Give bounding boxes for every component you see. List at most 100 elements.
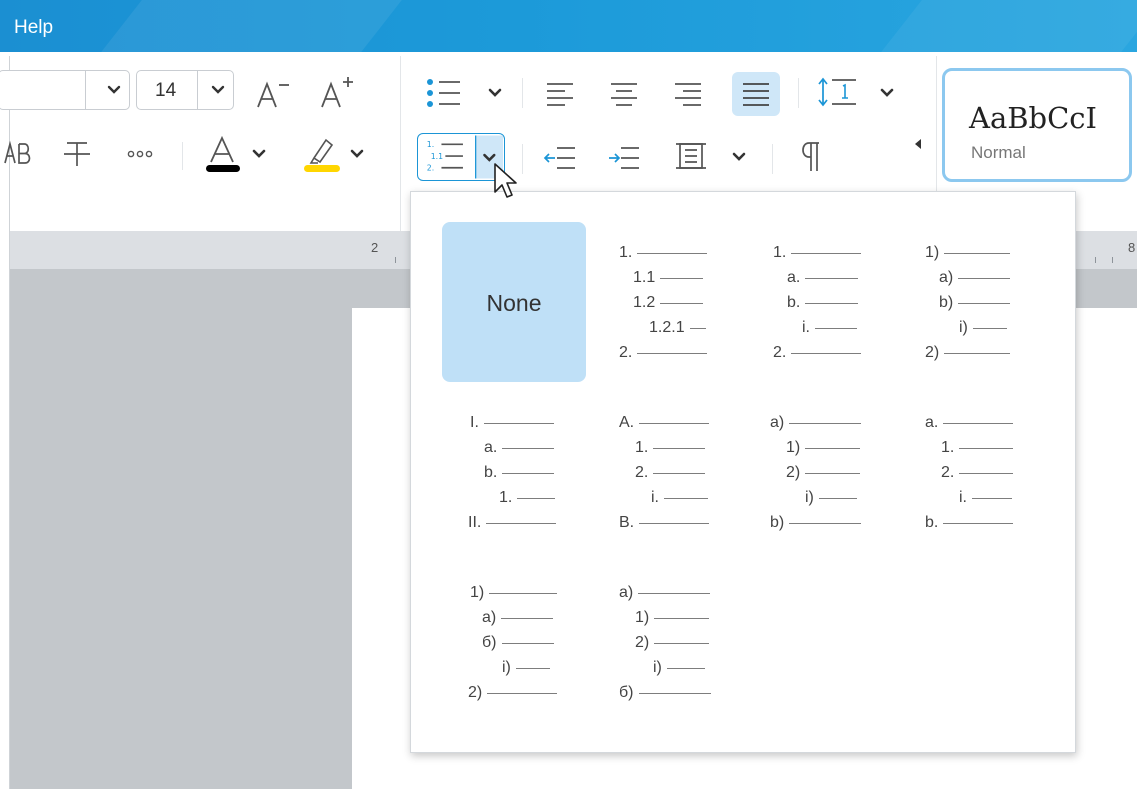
align-left-icon — [547, 83, 573, 106]
level-rule — [483, 422, 554, 424]
outdent-icon — [543, 147, 575, 169]
level-rule — [805, 472, 861, 474]
level-rule — [639, 422, 710, 424]
strikethrough-button[interactable] — [62, 138, 92, 170]
menubar-decoration — [98, 0, 402, 56]
align-left-button[interactable] — [540, 76, 580, 112]
list-level-line: i. — [959, 486, 1012, 510]
list-level-line: b) — [770, 511, 862, 535]
list-level-line: 2) — [468, 681, 558, 705]
numbering-style-option[interactable]: 1) a) b) i) 2) — [903, 222, 1047, 382]
list-level-line: I. — [470, 411, 554, 435]
level-marker: b. — [484, 464, 498, 481]
more-options-button[interactable] — [122, 144, 158, 164]
decrease-indent-button[interactable] — [540, 140, 580, 176]
level-rule — [639, 522, 710, 524]
increase-indent-button[interactable] — [604, 140, 644, 176]
level-marker: i. — [651, 489, 659, 506]
level-marker: 1. — [941, 439, 955, 456]
borders-button[interactable] — [672, 136, 756, 178]
svg-text:2.: 2. — [427, 164, 434, 173]
numbering-style-option[interactable]: I. a. b. 1. II. — [442, 392, 586, 552]
list-level-line: 1.2 — [633, 291, 704, 315]
align-center-button[interactable] — [604, 76, 644, 112]
ab-icon — [4, 140, 31, 164]
level-marker: a) — [482, 609, 497, 626]
list-level-line: 2. — [619, 341, 708, 365]
toolbar-separator — [522, 144, 523, 174]
numbering-style-option[interactable]: a. 1. 2. i. b. — [903, 392, 1047, 552]
level-rule — [789, 522, 862, 524]
list-level-line: 1) — [635, 606, 710, 630]
level-rule — [653, 472, 706, 474]
list-level-line: 2. — [941, 461, 1014, 485]
level-rule — [487, 692, 558, 694]
menu-help[interactable]: Help — [14, 17, 53, 39]
show-formatting-marks-button[interactable] — [792, 136, 832, 178]
decrease-font-size-button[interactable] — [254, 76, 294, 110]
font-increase-icon — [321, 77, 353, 108]
numbered-list-icon: 1. 1.1 2. — [427, 135, 504, 179]
numbering-style-option[interactable]: 1. 1.1 1.2 1.2.1 2. — [595, 222, 739, 382]
level-rule — [789, 422, 862, 424]
toolbar-separator — [772, 144, 773, 174]
subscript-button[interactable] — [4, 136, 34, 170]
level-marker: 1.2 — [633, 294, 656, 311]
justify-button[interactable] — [732, 72, 780, 116]
paragraph-group-expand-button[interactable] — [912, 136, 924, 152]
line-spacing-button[interactable] — [816, 74, 900, 114]
list-level-line: 1. — [619, 241, 708, 265]
list-level-line: 1.1 — [633, 266, 704, 290]
level-rule — [654, 642, 710, 644]
level-rule — [959, 472, 1014, 474]
font-size-dropdown[interactable]: 14 — [136, 70, 234, 110]
strikethrough-icon — [64, 142, 90, 166]
dropdown-divider — [85, 71, 86, 109]
numbering-none-option[interactable]: None — [442, 222, 586, 382]
level-rule — [664, 497, 708, 499]
list-level-line: 1. — [773, 241, 862, 265]
numbering-style-option[interactable]: 1. a. b. i. 2. — [749, 222, 893, 382]
numbered-list-button[interactable]: 1. 1.1 2. — [417, 133, 505, 181]
level-rule — [972, 497, 1012, 499]
level-marker: 2. — [635, 464, 649, 481]
font-name-dropdown[interactable] — [0, 70, 130, 110]
ruler-tick — [395, 257, 396, 263]
level-rule — [501, 642, 554, 644]
level-marker: 2. — [619, 344, 633, 361]
highlight-color-button[interactable] — [300, 134, 370, 176]
mouse-cursor-icon — [494, 163, 517, 198]
level-marker: a. — [925, 414, 939, 431]
list-level-line: II. — [468, 511, 557, 535]
level-rule — [502, 447, 555, 449]
menubar-decoration — [878, 0, 1137, 56]
list-level-line: 2. — [773, 341, 862, 365]
level-rule — [489, 592, 558, 594]
font-color-button[interactable] — [202, 134, 270, 176]
numbering-style-option[interactable]: A. 1. 2. i. B. — [595, 392, 739, 552]
numbering-style-option[interactable]: 1) a) б) i) 2) — [442, 562, 586, 722]
level-rule — [637, 252, 708, 254]
level-rule — [972, 327, 1007, 329]
style-normal-card[interactable]: AaBbCcI Normal — [942, 68, 1132, 182]
level-marker: 2) — [468, 684, 483, 701]
numbering-style-option[interactable]: a) 1) 2) i) b) — [749, 392, 893, 552]
list-level-line: B. — [619, 511, 710, 535]
level-rule — [818, 497, 857, 499]
level-marker: i. — [959, 489, 967, 506]
numbering-style-option[interactable]: a) 1) 2) i) б) — [595, 562, 739, 722]
list-level-line: i. — [651, 486, 708, 510]
level-marker: B. — [619, 514, 635, 531]
list-level-line: a. — [925, 411, 1014, 435]
svg-text:1.: 1. — [427, 140, 434, 149]
list-level-line: 1) — [786, 436, 861, 460]
none-label: None — [486, 290, 542, 316]
align-right-button[interactable] — [668, 76, 708, 112]
level-marker: II. — [468, 514, 482, 531]
bullet-list-button[interactable] — [424, 74, 510, 112]
chevron-down-icon — [107, 85, 121, 94]
level-marker: b) — [939, 294, 954, 311]
increase-font-size-button[interactable] — [318, 74, 360, 110]
level-rule — [791, 252, 862, 254]
list-level-line: 1) — [470, 581, 558, 605]
